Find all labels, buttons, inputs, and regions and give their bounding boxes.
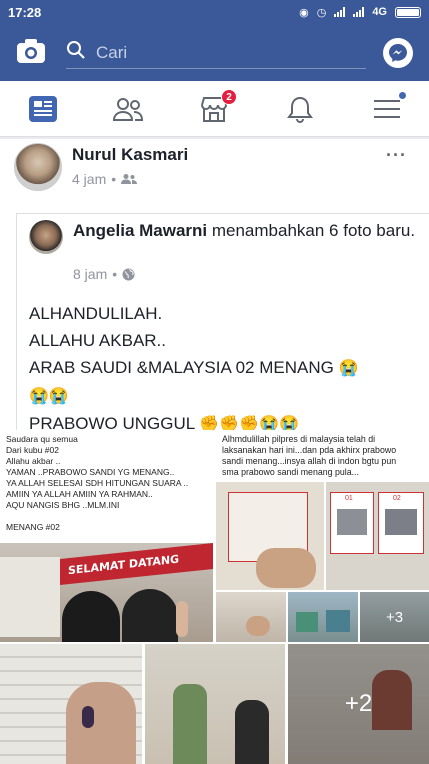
welcome-banner-text: SELAMAT DATANG bbox=[68, 552, 180, 578]
news-feed-icon bbox=[29, 96, 57, 122]
friends-icon bbox=[112, 98, 144, 121]
network-type: 4G bbox=[372, 6, 387, 18]
photo-4[interactable] bbox=[288, 592, 358, 642]
shared-time[interactable]: 8 jam bbox=[73, 266, 107, 282]
welcome-banner: SELAMAT DATANG bbox=[60, 542, 213, 586]
tab-notifications[interactable] bbox=[283, 93, 317, 125]
menu-indicator-dot bbox=[398, 91, 407, 100]
status-bar: 17:28 ◉ ◷ 4G bbox=[0, 0, 429, 24]
tab-news-feed[interactable] bbox=[26, 93, 60, 125]
body-line-3: ARAB SAUDI &MALAYSIA 02 MENANG bbox=[29, 358, 334, 377]
post-author[interactable]: Nurul Kasmari bbox=[72, 145, 188, 165]
photo-6[interactable] bbox=[0, 644, 142, 764]
more-photos-overlay[interactable]: +3 bbox=[360, 592, 429, 642]
menu-icon bbox=[374, 100, 400, 118]
shared-header: Angelia Mawarni menambahkan 6 foto baru. bbox=[73, 220, 423, 242]
body-line-1: ALHANDULILAH. bbox=[29, 304, 163, 323]
crying-emoji-icon: 😭 bbox=[338, 360, 359, 378]
marketplace-badge: 2 bbox=[221, 89, 237, 105]
search-input[interactable]: Cari bbox=[66, 37, 366, 69]
photo-1-image: SELAMAT DATANG bbox=[0, 542, 213, 642]
shared-action: menambahkan 6 foto baru. bbox=[207, 221, 416, 240]
friends-audience-icon bbox=[121, 174, 138, 184]
post-meta: 4 jam • bbox=[72, 171, 138, 187]
globe-icon bbox=[122, 268, 135, 280]
crying-emoji-icon: 😭😭 bbox=[29, 388, 69, 406]
shared-body: ALHANDULILAH. ALLAHU AKBAR.. ARAB SAUDI … bbox=[29, 300, 424, 438]
ballot-photo-right: 01 02 bbox=[326, 482, 429, 590]
bell-icon bbox=[287, 96, 313, 123]
alarm-icon: ◷ bbox=[316, 6, 327, 19]
photo-3[interactable] bbox=[216, 592, 286, 642]
search-placeholder: Cari bbox=[96, 42, 128, 62]
nav-bar: 2 bbox=[0, 81, 429, 137]
eye-icon: ◉ bbox=[299, 6, 309, 19]
signal-icon bbox=[334, 7, 346, 17]
more-options-icon[interactable]: ··· bbox=[386, 145, 407, 166]
ballot-number-01: 01 bbox=[345, 495, 353, 502]
signal-icon-2 bbox=[353, 7, 365, 17]
photo-8[interactable]: +2 bbox=[288, 644, 429, 764]
tab-menu[interactable] bbox=[370, 91, 407, 125]
photo-1[interactable]: Saudara qu semua Dari kubu #02 Allahu ak… bbox=[0, 430, 213, 642]
photo-5[interactable]: +3 bbox=[360, 592, 429, 642]
ballot-photo-left bbox=[216, 482, 324, 590]
shared-avatar[interactable] bbox=[29, 220, 63, 254]
ballot-number-02: 02 bbox=[393, 495, 401, 502]
photo-2-caption: Alhmdulillah pilpres di malaysia telah d… bbox=[222, 434, 397, 477]
shared-meta: 8 jam • bbox=[73, 266, 135, 282]
photo-1-caption: Saudara qu semua Dari kubu #02 Allahu ak… bbox=[6, 434, 189, 532]
tab-marketplace[interactable]: 2 bbox=[197, 89, 237, 125]
status-time: 17:28 bbox=[8, 4, 42, 20]
body-line-2: ALLAHU AKBAR.. bbox=[29, 331, 167, 350]
photo-7[interactable] bbox=[145, 644, 285, 764]
photo-grid: Saudara qu semua Dari kubu #02 Allahu ak… bbox=[0, 430, 429, 764]
battery-icon bbox=[395, 6, 421, 18]
more-photos-overlay-2[interactable]: +2 bbox=[288, 644, 429, 764]
photo-2[interactable]: Alhmdulillah pilpres di malaysia telah d… bbox=[216, 430, 429, 590]
post-time[interactable]: 4 jam bbox=[72, 171, 106, 187]
messenger-icon[interactable] bbox=[383, 38, 413, 68]
tab-friends[interactable] bbox=[111, 93, 145, 125]
avatar[interactable] bbox=[14, 143, 62, 191]
camera-icon[interactable] bbox=[16, 38, 46, 64]
top-bar: Cari bbox=[0, 24, 429, 81]
search-icon bbox=[66, 40, 86, 65]
shared-author[interactable]: Angelia Mawarni bbox=[73, 221, 207, 240]
